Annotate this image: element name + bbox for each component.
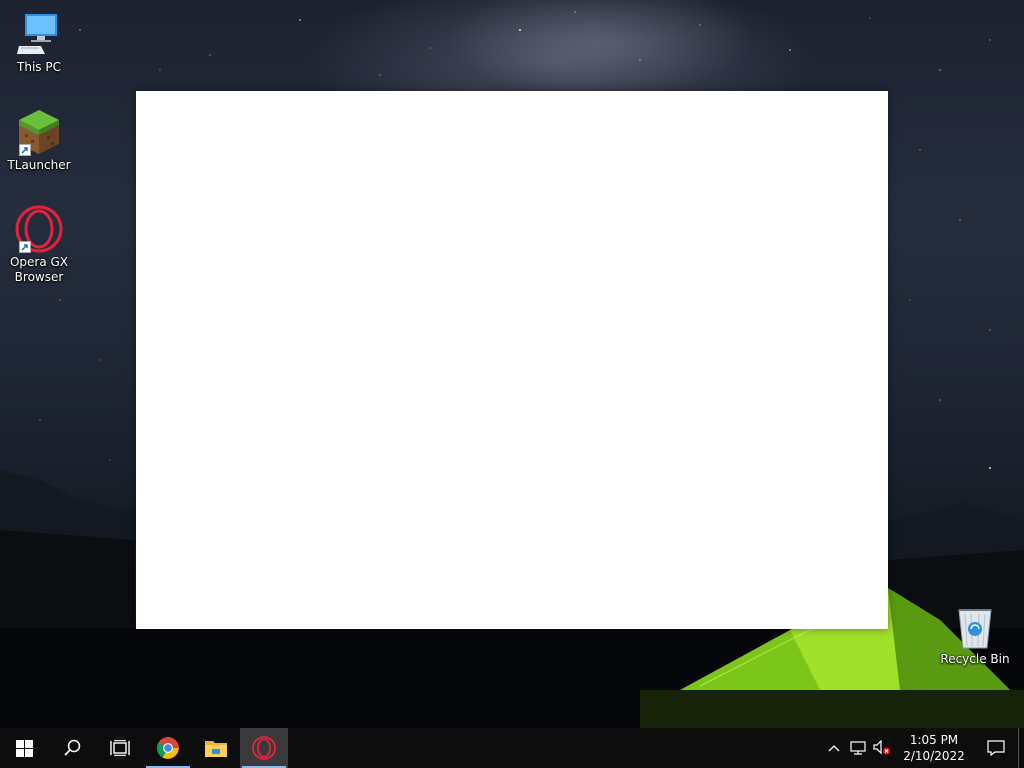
taskbar: 1:05 PM 2/10/2022 — [0, 728, 1024, 768]
volume-button[interactable] — [870, 728, 894, 768]
chrome-icon — [157, 737, 179, 759]
desktop-icon-recycle-bin[interactable]: Recycle Bin — [937, 602, 1013, 667]
show-desktop-button[interactable] — [1018, 728, 1024, 768]
search-icon — [64, 739, 81, 756]
opera-gx-icon — [15, 205, 63, 253]
action-center-icon — [987, 740, 1005, 756]
show-hidden-icons-button[interactable] — [822, 728, 846, 768]
clock[interactable]: 1:05 PM 2/10/2022 — [894, 732, 974, 764]
desktop-icon-label: Opera GX Browser — [9, 255, 69, 284]
opera-gx-icon — [252, 736, 276, 760]
recycle-bin-icon — [951, 602, 999, 650]
network-button[interactable] — [846, 728, 870, 768]
taskbar-app-opera-gx[interactable] — [240, 728, 288, 768]
shortcut-arrow-icon — [19, 241, 31, 253]
desktop-icon-label: Recycle Bin — [940, 652, 1010, 666]
chevron-up-icon — [828, 745, 840, 752]
windows-logo-icon — [15, 739, 33, 757]
task-view-icon — [110, 740, 130, 756]
taskbar-app-file-explorer[interactable] — [192, 728, 240, 768]
blank-app-window[interactable] — [136, 91, 888, 629]
clock-date: 2/10/2022 — [903, 749, 965, 763]
shortcut-arrow-icon — [19, 144, 31, 156]
start-button[interactable] — [0, 728, 48, 768]
desktop-icon-label: TLauncher — [7, 158, 71, 172]
desktop-icon-label: This PC — [17, 60, 61, 74]
minecraft-grass-block-icon — [15, 108, 63, 156]
desktop-icon-this-pc[interactable]: This PC — [1, 10, 77, 75]
action-center-button[interactable] — [974, 728, 1018, 768]
clock-time: 1:05 PM — [909, 733, 959, 747]
search-button[interactable] — [48, 728, 96, 768]
desktop-icon-tlauncher[interactable]: TLauncher — [1, 108, 77, 173]
task-view-button[interactable] — [96, 728, 144, 768]
taskbar-app-chrome[interactable] — [144, 728, 192, 768]
folder-icon — [205, 741, 227, 757]
volume-muted-icon — [873, 740, 890, 755]
system-tray: 1:05 PM 2/10/2022 — [822, 728, 1024, 768]
desktop-icon-opera-gx[interactable]: Opera GX Browser — [1, 205, 77, 285]
network-icon — [850, 741, 866, 755]
computer-icon — [15, 10, 63, 58]
